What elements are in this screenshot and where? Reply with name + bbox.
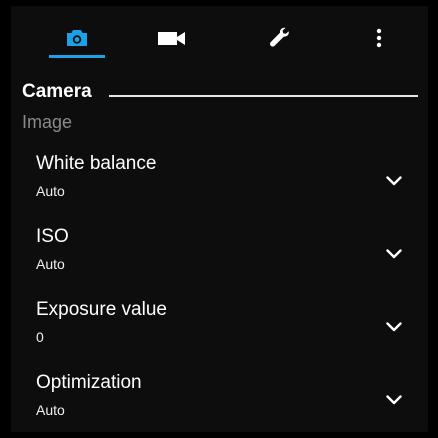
section-divider [109,95,418,97]
tab-more[interactable] [351,16,407,60]
setting-iso[interactable]: ISO Auto [11,226,428,292]
setting-title: ISO [36,226,69,247]
video-icon [158,32,185,45]
settings-tab-bar [11,6,428,68]
chevron-down-icon [386,176,402,186]
chevron-down-icon [386,322,402,332]
tab-camera[interactable] [49,16,105,60]
setting-optimization[interactable]: Optimization Auto [11,372,428,432]
chevron-down-icon [386,249,402,259]
section-title: Camera [22,81,92,102]
active-tab-indicator [49,55,105,58]
setting-value: Auto [36,402,65,418]
tab-video[interactable] [144,16,200,60]
camera-settings-panel: Camera Image White balance Auto ISO Auto… [11,6,428,432]
camera-icon [67,30,87,46]
setting-value: Auto [36,256,65,272]
group-label: Image [22,112,73,132]
setting-value: Auto [36,183,65,199]
setting-value: 0 [36,329,44,345]
more-vertical-icon [376,28,382,48]
setting-title: Optimization [36,372,142,393]
setting-white-balance[interactable]: White balance Auto [11,153,428,219]
setting-title: White balance [36,153,157,174]
chevron-down-icon [386,395,402,405]
tab-tools[interactable] [251,16,307,60]
wrench-icon [270,27,289,47]
setting-title: Exposure value [36,299,167,320]
setting-exposure-value[interactable]: Exposure value 0 [11,299,428,365]
